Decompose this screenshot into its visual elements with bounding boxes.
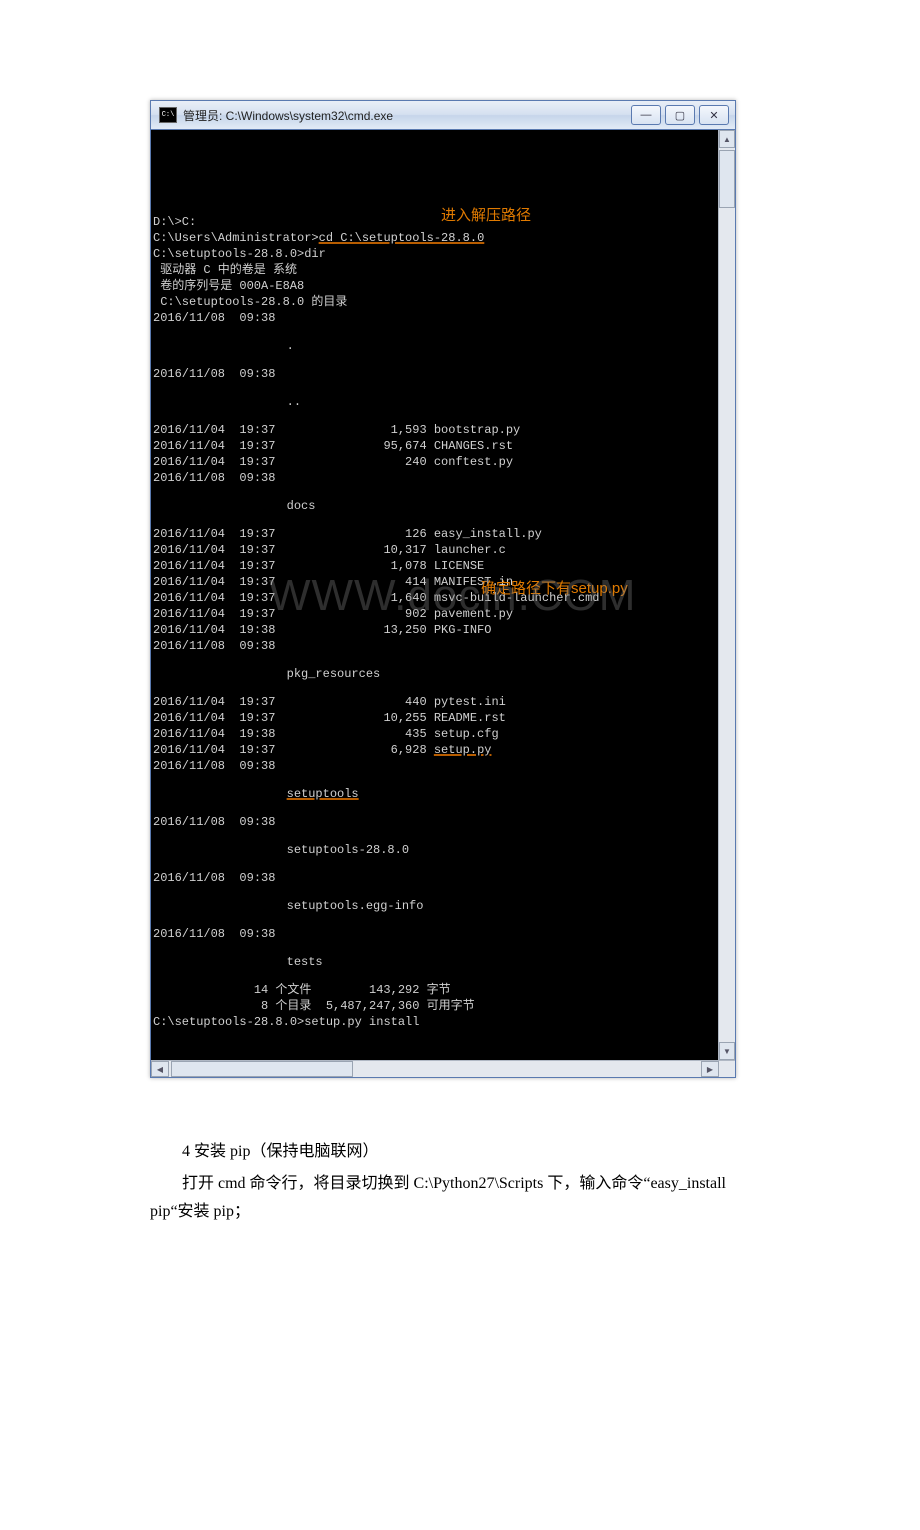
window-title: 管理员: C:\Windows\system32\cmd.exe — [183, 107, 631, 124]
terminal-line: 2016/11/04 19:38 435 setup.cfg — [153, 726, 718, 742]
terminal-line: 卷的序列号是 000A-E8A8 — [153, 278, 718, 294]
terminal-line: C:\setuptools-28.8.0>setup.py install — [153, 1014, 718, 1030]
paragraph-step4: 4 安装 pip（保持电脑联网） — [150, 1138, 770, 1166]
terminal-line: 2016/11/04 19:38 13,250 PKG-INFO — [153, 622, 718, 638]
cmd-window: C:\ 管理员: C:\Windows\system32\cmd.exe — ▢… — [150, 100, 736, 1078]
minimize-button[interactable]: — — [631, 105, 661, 125]
terminal-line: 2016/11/08 09:38 . — [153, 310, 718, 354]
terminal-line: 2016/11/08 09:38 setuptools.egg-info — [153, 870, 718, 914]
terminal-line: 2016/11/08 09:38 docs — [153, 470, 718, 514]
scroll-left-icon[interactable]: ◀ — [151, 1061, 169, 1077]
terminal-line: 2016/11/08 09:38 pkg_resources — [153, 638, 718, 682]
terminal-line: D:\>C: — [153, 214, 718, 230]
scroll-down-icon[interactable]: ▼ — [719, 1042, 735, 1060]
terminal-line: 2016/11/04 19:37 1,640 msvc-build-launch… — [153, 590, 718, 606]
terminal-line: 驱动器 C 中的卷是 系统 — [153, 262, 718, 278]
annotation-confirm-setup: 确定路径下有setup.py — [481, 581, 628, 597]
scroll-right-icon[interactable]: ▶ — [701, 1061, 719, 1077]
terminal-line: C:\setuptools-28.8.0>dir — [153, 246, 718, 262]
document-body: 4 安装 pip（保持电脑联网） 打开 cmd 命令行，将目录切换到 C:\Py… — [150, 1138, 770, 1226]
horizontal-scrollbar[interactable]: ◀ ▶ — [151, 1060, 735, 1077]
terminal-output[interactable]: 进入解压路径 确定路径下有setup.py WWW.docin.COM D:\>… — [151, 130, 718, 1060]
paragraph-step4-detail: 打开 cmd 命令行，将目录切换到 C:\Python27\Scripts 下，… — [150, 1170, 770, 1226]
terminal-line: 2016/11/04 19:37 10,317 launcher.c — [153, 542, 718, 558]
terminal-line: 2016/11/04 19:37 440 pytest.ini — [153, 694, 718, 710]
terminal-line: 2016/11/04 19:37 1,593 bootstrap.py — [153, 422, 718, 438]
cmd-icon: C:\ — [159, 107, 177, 123]
close-button[interactable]: ✕ — [699, 105, 729, 125]
terminal-line: 14 个文件 143,292 字节 — [153, 982, 718, 998]
scroll-up-icon[interactable]: ▲ — [719, 130, 735, 148]
terminal-line: 2016/11/08 09:38 setuptools — [153, 758, 718, 802]
terminal-line: 8 个目录 5,487,247,360 可用字节 — [153, 998, 718, 1014]
terminal-line: 2016/11/08 09:38 setuptools-28.8.0 — [153, 814, 718, 858]
terminal-line: 2016/11/04 19:37 6,928 setup.py — [153, 742, 718, 758]
terminal-line: 2016/11/04 19:37 902 pavement.py — [153, 606, 718, 622]
terminal-line: 2016/11/04 19:37 414 MANIFEST.in — [153, 574, 718, 590]
terminal-line: 2016/11/04 19:37 95,674 CHANGES.rst — [153, 438, 718, 454]
terminal-line: 2016/11/04 19:37 240 conftest.py — [153, 454, 718, 470]
annotation-enter-path: 进入解压路径 — [441, 208, 531, 224]
terminal-line: 2016/11/08 09:38 tests — [153, 926, 718, 970]
scroll-thumb[interactable] — [719, 150, 735, 208]
terminal-line: 2016/11/08 09:38 .. — [153, 366, 718, 410]
terminal-line: C:\Users\Administrator>cd C:\setuptools-… — [153, 230, 718, 246]
titlebar[interactable]: C:\ 管理员: C:\Windows\system32\cmd.exe — ▢… — [151, 101, 735, 130]
terminal-line: C:\setuptools-28.8.0 的目录 — [153, 294, 718, 310]
scroll-thumb-h[interactable] — [171, 1061, 353, 1077]
terminal-line: 2016/11/04 19:37 10,255 README.rst — [153, 710, 718, 726]
window-buttons: — ▢ ✕ — [631, 105, 729, 125]
vertical-scrollbar[interactable]: ▲ ▼ — [718, 130, 735, 1060]
terminal-line: 2016/11/04 19:37 126 easy_install.py — [153, 526, 718, 542]
terminal-line: 2016/11/04 19:37 1,078 LICENSE — [153, 558, 718, 574]
maximize-button[interactable]: ▢ — [665, 105, 695, 125]
